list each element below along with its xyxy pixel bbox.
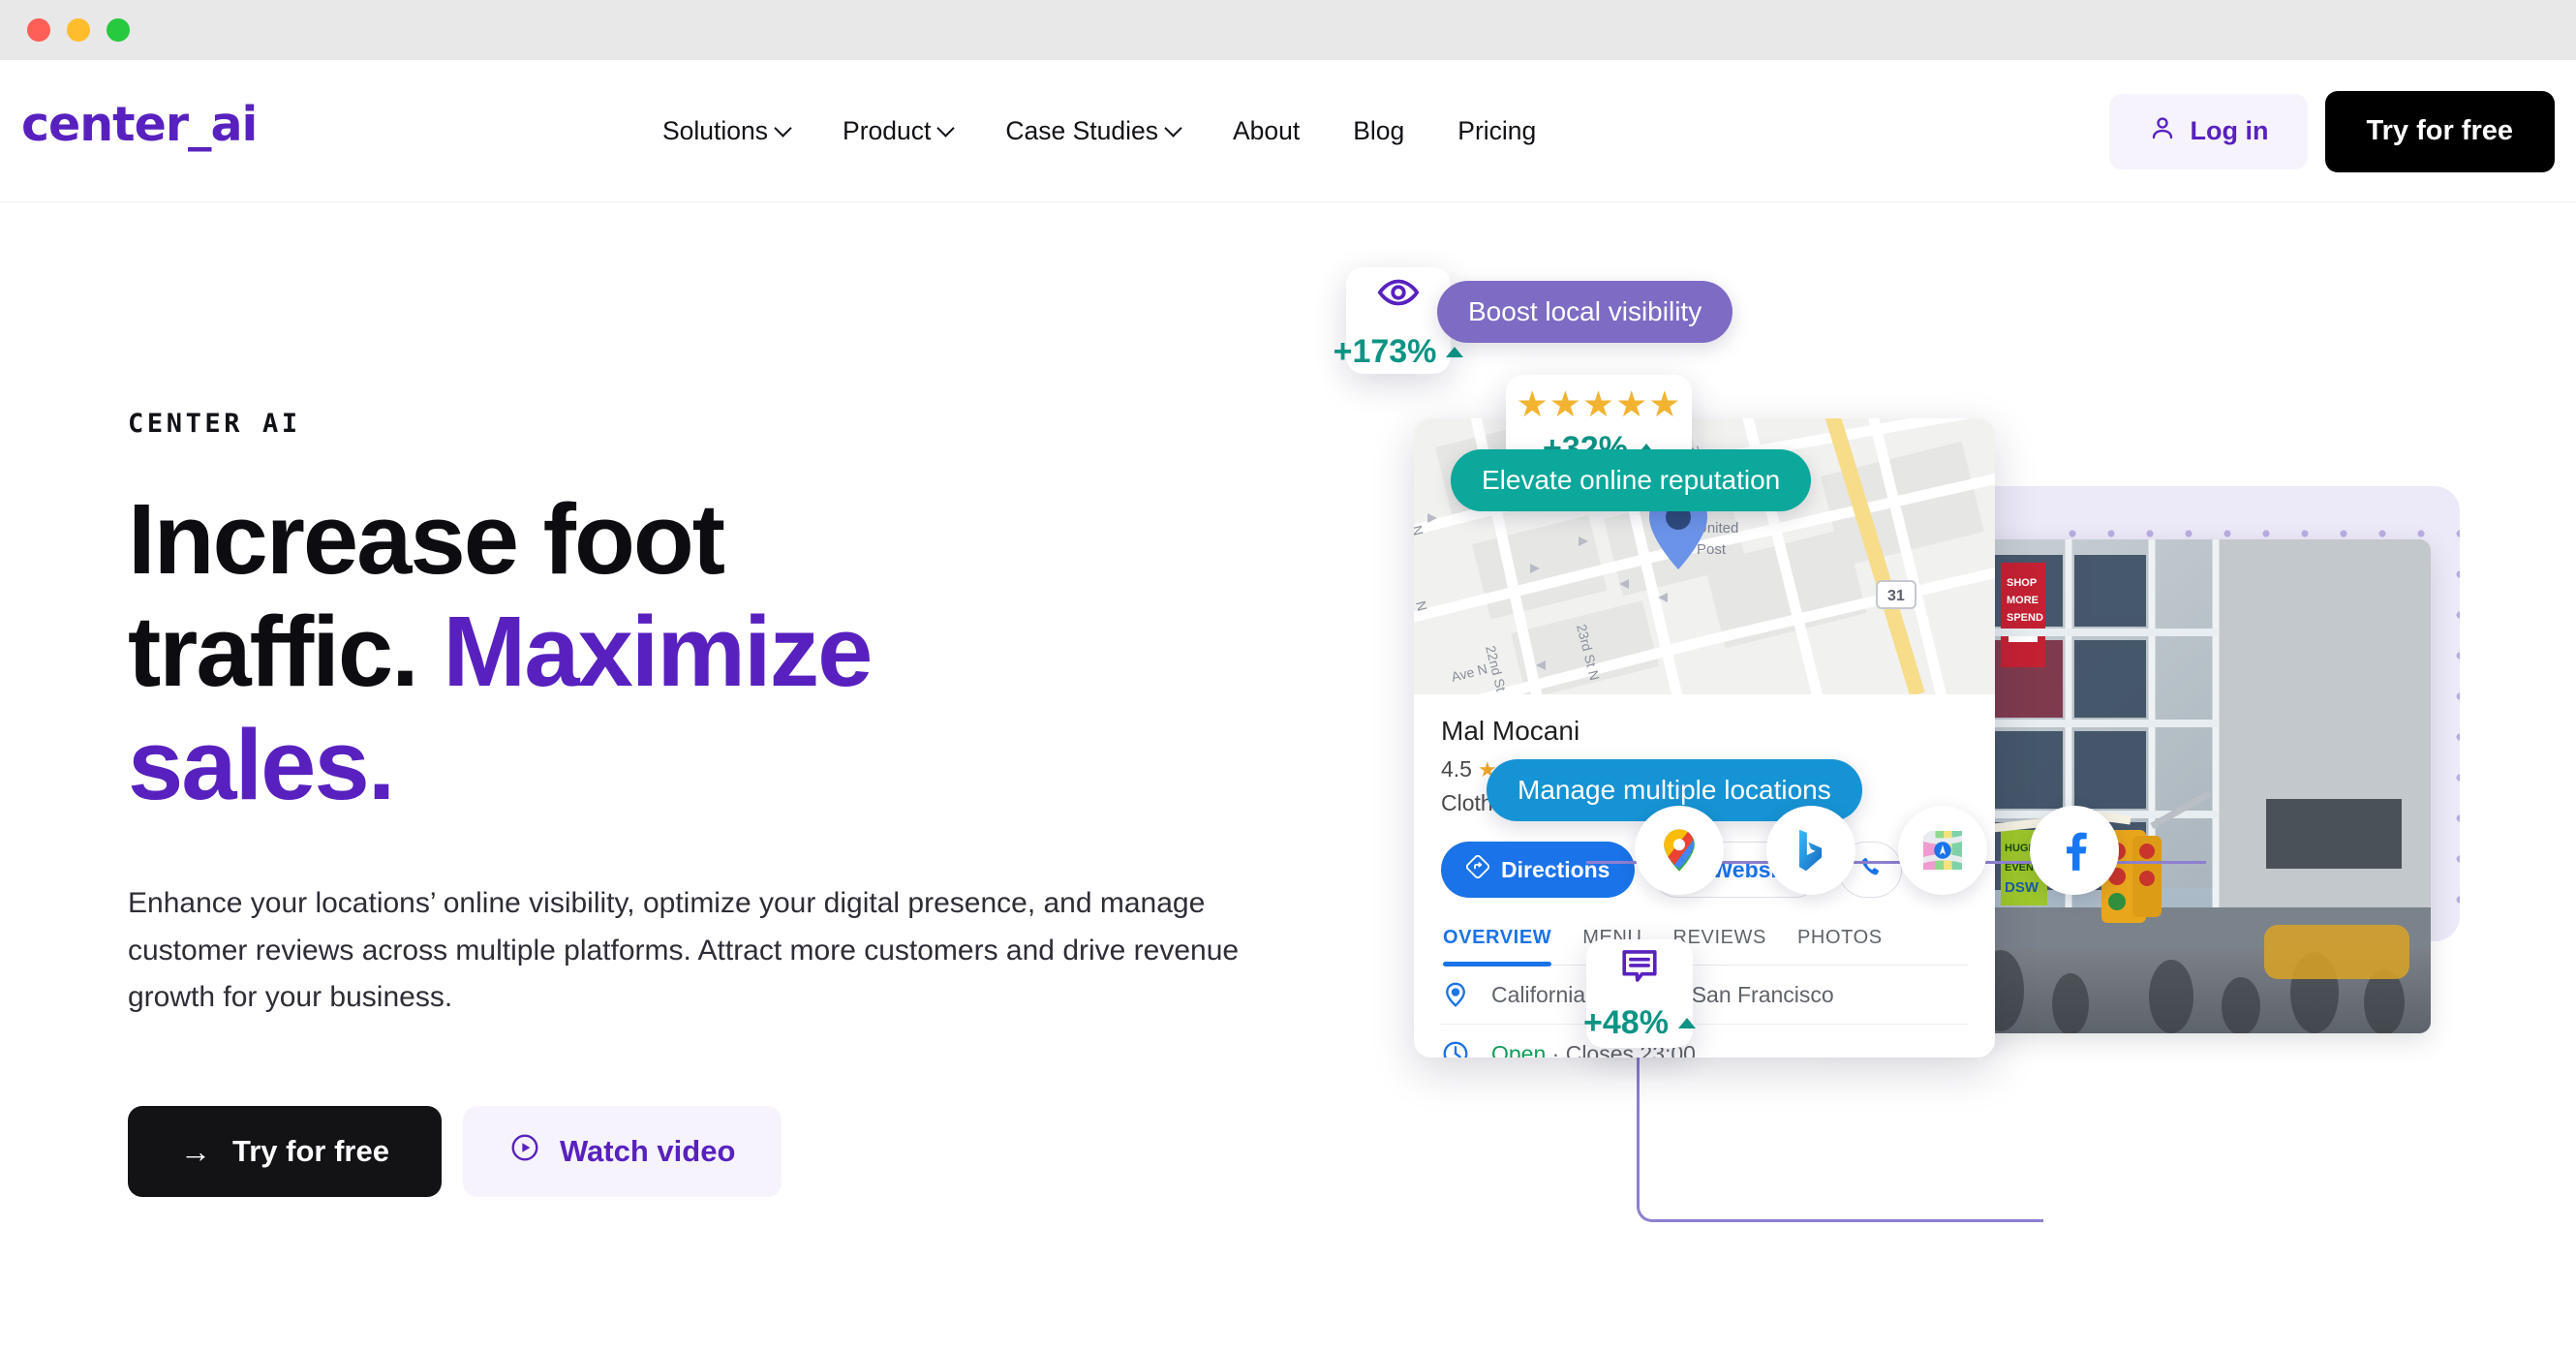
headline-line-2b: Maximize xyxy=(443,596,873,708)
svg-text:Post: Post xyxy=(1697,541,1727,558)
header-actions: Log in Try for free xyxy=(2108,60,2555,202)
nav-item-blog[interactable]: Blog xyxy=(1353,116,1404,146)
visibility-stat-card: +173% xyxy=(1334,267,1464,374)
eye-icon xyxy=(1376,270,1421,320)
site-header: center_ai Solutions Product Case Studies… xyxy=(0,60,2576,202)
row-hours[interactable]: Open · Closes 23:00 xyxy=(1441,1025,1968,1058)
brand-logo[interactable]: center_ai xyxy=(21,97,258,152)
page-title: Increase foot traffic. Maximize sales. xyxy=(128,483,1271,821)
visibility-stat-value-wrap: +173% xyxy=(1334,333,1464,371)
business-listing-card: 5th Ave N 23rd St N 22nd St N N N Ave N … xyxy=(1414,418,1995,1058)
close-window-button[interactable] xyxy=(27,18,50,42)
review-bubble-icon xyxy=(1618,945,1661,993)
nav-item-product[interactable]: Product xyxy=(843,116,956,146)
facebook-icon[interactable] xyxy=(2030,806,2119,895)
try-for-free-hero-button[interactable]: → Try for free xyxy=(128,1105,442,1197)
play-circle-icon xyxy=(509,1132,540,1171)
page-content: center_ai Solutions Product Case Studies… xyxy=(0,60,2576,1350)
user-icon xyxy=(2148,113,2177,149)
nav-label-blog: Blog xyxy=(1353,116,1405,145)
decorative-frame-line xyxy=(1637,1038,2043,1222)
headline-line-1: Increase foot xyxy=(128,483,725,595)
main-navigation: Solutions Product Case Studies About Blo… xyxy=(662,60,1536,202)
browser-window: center_ai Solutions Product Case Studies… xyxy=(0,0,2576,1350)
pill-elevate-online-reputation: Elevate online reputation xyxy=(1451,449,1812,511)
login-button[interactable]: Log in xyxy=(2108,93,2308,169)
maximize-window-button[interactable] xyxy=(107,18,130,42)
nav-label-about: About xyxy=(1232,116,1301,145)
hero-illustration: SHOP MORE SPEND HUGE EVENT DSW 23rd St N… xyxy=(1334,267,2576,1350)
row-address[interactable]: California St, 94118 San Francisco xyxy=(1441,966,1968,1025)
chevron-down-icon xyxy=(936,119,956,138)
rating-value: 4.5 xyxy=(1441,756,1472,782)
hero-eyebrow: CENTER AI xyxy=(128,409,301,439)
hero-subcopy: Enhance your locations’ online visibilit… xyxy=(128,887,1240,1014)
nav-label-case-studies: Case Studies xyxy=(1005,116,1158,145)
tab-overview[interactable]: OVERVIEW xyxy=(1443,927,1552,966)
svg-text:SHOP: SHOP xyxy=(2007,577,2037,589)
headline-line-2a: traffic. xyxy=(128,596,444,708)
platform-icons-strip xyxy=(1586,806,2206,916)
svg-text:MORE: MORE xyxy=(2007,595,2039,606)
open-status: Open xyxy=(1491,1040,1547,1059)
nav-label-product: Product xyxy=(843,116,932,145)
pill-boost-local-visibility: Boost local visibility xyxy=(1437,281,1733,343)
directions-icon xyxy=(1465,854,1490,884)
hero-cta-row: → Try for free Watch video xyxy=(128,1105,1271,1197)
watch-video-label: Watch video xyxy=(559,1133,736,1168)
reviews-stat-card: +48% xyxy=(1583,939,1696,1048)
location-pin-icon xyxy=(1441,980,1470,1009)
reviews-stat-value-wrap: +48% xyxy=(1583,1004,1696,1042)
trend-up-icon xyxy=(1677,1018,1696,1028)
try-for-free-hero-label: Try for free xyxy=(232,1133,389,1168)
apple-maps-icon[interactable] xyxy=(1898,806,1987,895)
login-button-label: Log in xyxy=(2190,116,2269,145)
nav-item-solutions[interactable]: Solutions xyxy=(662,116,792,146)
google-maps-icon[interactable] xyxy=(1635,806,1724,895)
chevron-down-icon xyxy=(774,119,792,138)
try-for-free-header-button[interactable]: Try for free xyxy=(2324,90,2555,172)
nav-item-about[interactable]: About xyxy=(1233,116,1300,146)
business-tabs: OVERVIEW MENU REVIEWS PHOTOS xyxy=(1441,927,1968,966)
headline-line-3: sales. xyxy=(128,708,395,820)
business-detail-rows: California St, 94118 San Francisco Open … xyxy=(1441,966,1968,1058)
nav-label-pricing: Pricing xyxy=(1457,116,1537,145)
svg-text:31: 31 xyxy=(1887,588,1905,604)
rating-stat-stars: ★★★★★ xyxy=(1516,384,1682,424)
nav-item-pricing[interactable]: Pricing xyxy=(1457,116,1536,146)
bing-icon[interactable] xyxy=(1766,806,1855,895)
watch-video-button[interactable]: Watch video xyxy=(462,1105,782,1197)
reviews-stat-value: +48% xyxy=(1583,1004,1669,1041)
window-titlebar xyxy=(0,0,2576,60)
chevron-down-icon xyxy=(1164,119,1182,138)
tab-photos[interactable]: PHOTOS xyxy=(1797,927,1883,965)
minimize-window-button[interactable] xyxy=(67,18,90,42)
hero-copy: CENTER AI Increase foot traffic. Maximiz… xyxy=(128,409,1271,1197)
nav-label-solutions: Solutions xyxy=(662,116,769,145)
platform-icons xyxy=(1635,806,2119,895)
arrow-right-icon: → xyxy=(180,1133,211,1169)
window-controls xyxy=(27,18,130,42)
business-name: Mal Mocani xyxy=(1441,716,1580,746)
clock-icon xyxy=(1441,1039,1470,1058)
nav-item-case-studies[interactable]: Case Studies xyxy=(1005,116,1182,146)
svg-text:SPEND: SPEND xyxy=(2007,612,2043,624)
visibility-stat-value: +173% xyxy=(1333,333,1437,370)
trend-up-icon xyxy=(1446,347,1464,357)
